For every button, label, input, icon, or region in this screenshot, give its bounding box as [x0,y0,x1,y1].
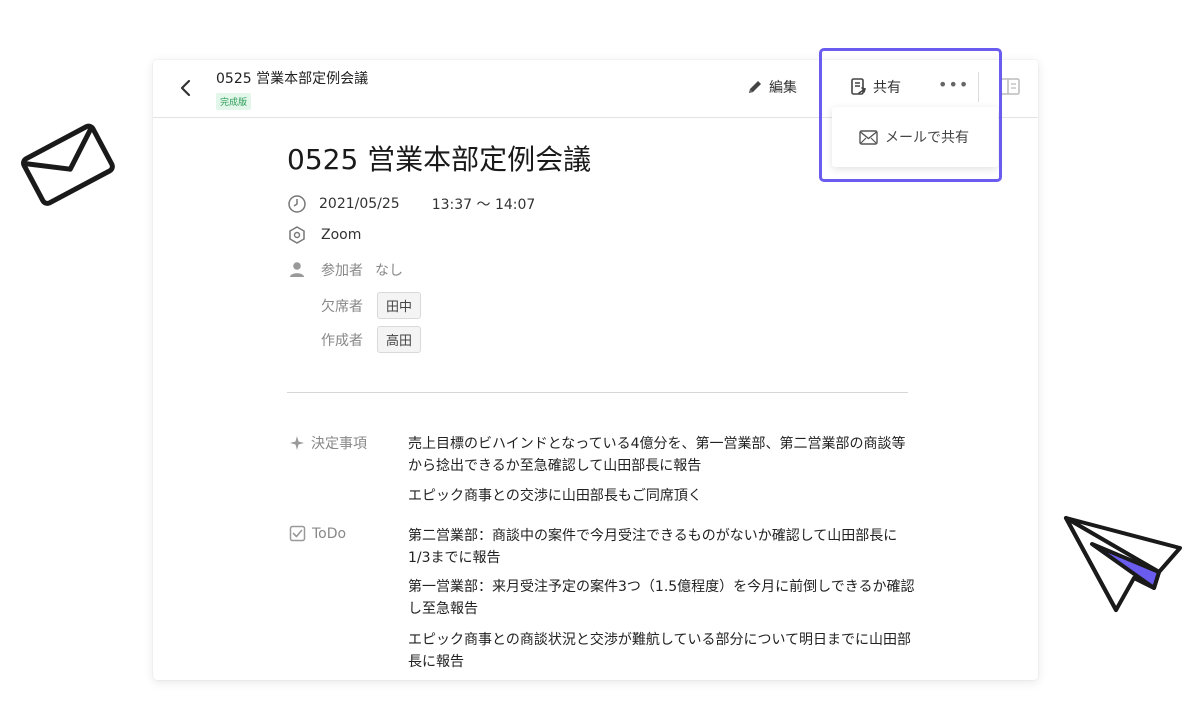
todo-item: エピック商事との商談状況と交渉が難航している部分について明日までに山田部長に報告 [408,632,912,670]
page-title: 0525 営業本部定例会議 [287,143,592,176]
author-label: 作成者 [321,332,363,349]
decisions-section-label: 決定事項 [289,433,367,453]
status-badge: 完成版 [216,93,252,110]
share-button[interactable]: 共有 [849,77,901,97]
edit-button-label: 編集 [769,80,797,96]
meeting-time: 13:37 〜 14:07 [431,197,536,213]
share-document-icon [851,78,867,95]
share-dropdown-menu: メールで共有 [832,107,998,167]
side-panel-icon[interactable] [1000,78,1020,96]
section-divider [287,392,908,393]
author-tag[interactable]: 高田 [377,326,422,353]
author-row: 作成者 高田 [321,326,422,353]
sparkle-icon [290,436,304,450]
decision-item: 売上目標のビハインドとなっている4億分を、第一営業部、第二営業部の商談等から捻出… [408,436,906,474]
toolbar-divider [978,72,979,102]
person-icon [290,262,304,277]
location-row: Zoom [287,225,361,245]
decision-item: エピック商事との交渉に山田部長もご同席頂く [408,488,702,504]
checkbox-icon [289,525,306,542]
paper-plane-doodle-icon [1064,516,1182,612]
participants-row: 参加者 なし [287,260,403,280]
toolbar-doc-title: 0525 営業本部定例会議 [216,71,369,87]
meeting-location: Zoom [321,227,362,243]
todo-section-label: ToDo [289,525,346,542]
clock-icon [288,195,306,213]
pencil-icon [749,81,761,93]
edit-button[interactable]: 編集 [746,77,797,97]
envelope-doodle-icon [21,123,115,206]
participants-label: 参加者 [321,263,363,279]
mail-icon [859,129,878,145]
date-time-row: 2021/05/25 13:37 〜 14:07 [287,194,535,214]
back-arrow-icon[interactable] [175,77,197,99]
absent-label: 欠席者 [321,298,363,315]
absent-tag[interactable]: 田中 [377,292,422,319]
decisions-label-text: 決定事項 [311,436,367,452]
participants-value: なし [375,263,403,279]
share-button-label: 共有 [873,80,901,96]
share-by-email-option[interactable]: メールで共有 [885,127,969,147]
location-hexagon-icon [289,226,305,244]
todo-item: 第一営業部：来月受注予定の案件3つ（1.5億程度）を今月に前倒しできるか確認し至… [408,579,915,617]
absent-row: 欠席者 田中 [321,292,422,319]
todo-label-text: ToDo [312,525,347,542]
meeting-date: 2021/05/25 [319,196,400,212]
more-options-button[interactable]: ••• [938,75,969,94]
todo-item: 第二営業部：商談中の案件で今月受注できるものがないか確認して山田部長に1/3まで… [408,528,898,566]
